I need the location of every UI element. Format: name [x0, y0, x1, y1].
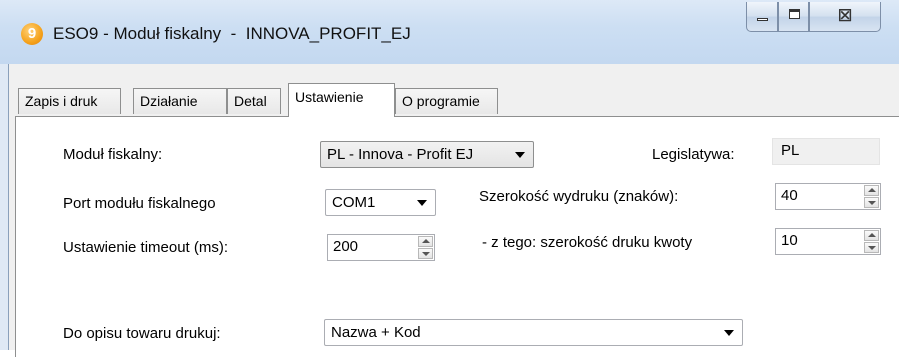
maximize-button[interactable]	[778, 2, 809, 32]
increment-icon[interactable]	[418, 236, 433, 247]
legislatywa-field: PL	[772, 138, 880, 165]
port-dropdown[interactable]: COM1	[325, 189, 436, 216]
opis-towaru-label: Do opisu towaru drukuj:	[63, 325, 221, 342]
modul-fiskalny-label: Moduł fiskalny:	[63, 146, 163, 163]
timeout-label: Ustawienie timeout (ms):	[63, 239, 229, 256]
tab-zapis-i-druk[interactable]: Zapis i druk	[18, 88, 121, 114]
window-title: ESO9 - Moduł fiskalny - INNOVA_PROFIT_EJ	[53, 24, 411, 43]
opis-towaru-dropdown[interactable]: Nazwa + Kod	[324, 319, 743, 346]
increment-icon[interactable]	[864, 230, 879, 241]
app-logo-icon[interactable]: 9	[21, 23, 43, 45]
tab-dzialanie[interactable]: Działanie	[133, 88, 227, 114]
tab-detal[interactable]: Detal	[227, 88, 281, 114]
decrement-icon[interactable]	[864, 197, 879, 208]
application-window: 9 ESO9 - Moduł fiskalny - INNOVA_PROFIT_…	[0, 0, 899, 357]
decrement-icon[interactable]	[864, 242, 879, 253]
modul-fiskalny-dropdown[interactable]: PL - Innova - Profit EJ	[320, 141, 534, 168]
modul-fiskalny-value: PL - Innova - Profit EJ	[327, 146, 474, 163]
settings-panel: Moduł fiskalny: PL - Innova - Profit EJ …	[15, 116, 899, 357]
opis-towaru-value: Nazwa + Kod	[331, 324, 421, 341]
close-icon: ☒	[837, 8, 853, 25]
timeout-value: 200	[333, 238, 359, 255]
timeout-stepper[interactable]: 200	[327, 234, 435, 261]
szerokosc-label: Szerokość wydruku (znaków):	[479, 188, 679, 205]
chevron-down-icon	[724, 330, 734, 336]
minimize-icon	[757, 18, 768, 21]
title-bar[interactable]: 9 ESO9 - Moduł fiskalny - INNOVA_PROFIT_…	[0, 0, 899, 64]
szerokosc-stepper[interactable]: 40	[775, 183, 881, 210]
minimize-button[interactable]	[746, 2, 778, 32]
tab-ustawienie[interactable]: Ustawienie	[288, 83, 395, 117]
maximize-icon	[789, 9, 800, 19]
szerokosc-kwoty-label: - z tego: szerokość druku kwoty	[482, 234, 693, 251]
window-client-area: Zapis i druk Działanie Detal Ustawienie …	[8, 64, 899, 357]
port-label: Port modułu fiskalnego	[63, 195, 216, 212]
increment-icon[interactable]	[864, 185, 879, 196]
legislatywa-label: Legislatywa:	[652, 146, 735, 163]
tab-strip: Zapis i druk Działanie Detal Ustawienie …	[9, 64, 899, 117]
szerokosc-kwoty-stepper[interactable]: 10	[775, 228, 881, 255]
chevron-down-icon	[417, 200, 427, 206]
port-value: COM1	[332, 194, 376, 211]
decrement-icon[interactable]	[418, 248, 433, 259]
legislatywa-value: PL	[781, 142, 800, 159]
close-button[interactable]: ☒	[809, 2, 881, 32]
szerokosc-kwoty-value: 10	[781, 232, 798, 249]
szerokosc-value: 40	[781, 187, 798, 204]
chevron-down-icon	[515, 152, 525, 158]
tab-o-programie[interactable]: O programie	[395, 88, 498, 114]
